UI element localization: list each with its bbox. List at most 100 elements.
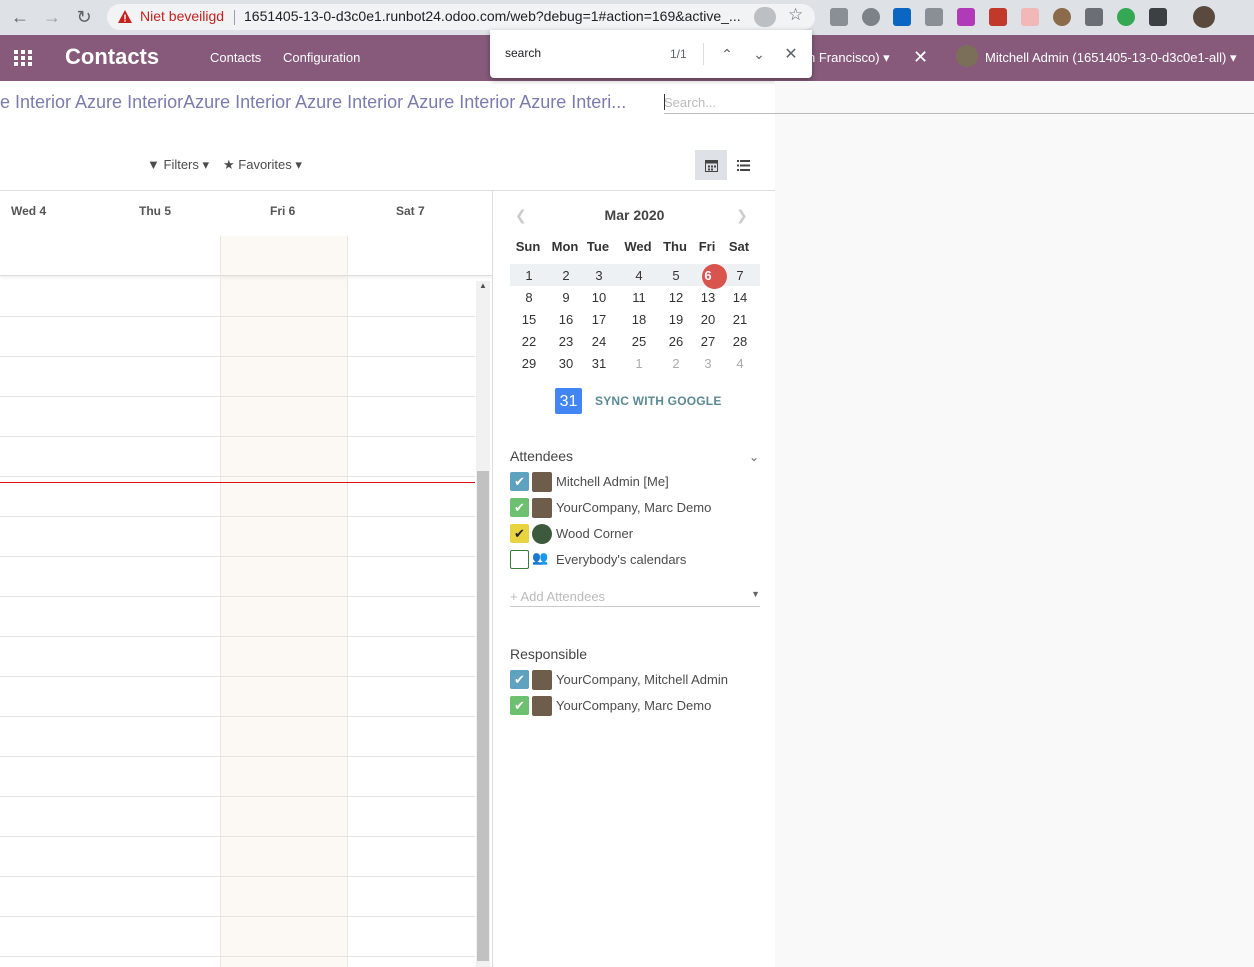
filter-label[interactable]: Everybody's calendars: [556, 552, 686, 567]
mini-calendar-day[interactable]: 30: [551, 356, 581, 371]
menu-configuration[interactable]: Configuration: [283, 50, 360, 65]
linkedin-icon[interactable]: [893, 8, 911, 26]
debug-close-icon[interactable]: ✕: [913, 47, 928, 68]
calendar-view-button[interactable]: [695, 150, 727, 180]
hour-line: [0, 716, 475, 717]
filter-checkbox[interactable]: [510, 550, 529, 569]
find-lens-icon[interactable]: [754, 7, 776, 27]
weekday-header: Wed: [624, 239, 652, 254]
mini-calendar-day[interactable]: 27: [693, 334, 723, 349]
filter-checkbox[interactable]: ✔: [510, 670, 529, 689]
mini-calendar-day[interactable]: 23: [551, 334, 581, 349]
drive-icon[interactable]: [925, 8, 943, 26]
user-avatar: [532, 696, 552, 716]
filter-checkbox[interactable]: ✔: [510, 524, 529, 543]
caret-down-icon: ▾: [202, 157, 210, 172]
mini-calendar-day[interactable]: 3: [584, 268, 614, 283]
mini-calendar-day[interactable]: 25: [624, 334, 654, 349]
user-avatar[interactable]: [956, 45, 978, 67]
mini-calendar-day[interactable]: 24: [584, 334, 614, 349]
security-label[interactable]: Niet beveiligd: [140, 8, 224, 24]
mini-calendar-day[interactable]: 22: [514, 334, 544, 349]
mini-calendar-day[interactable]: 6: [693, 268, 723, 283]
find-next-icon[interactable]: ⌄: [748, 43, 770, 65]
mini-calendar-day[interactable]: 17: [584, 312, 614, 327]
app-title[interactable]: Contacts: [65, 44, 159, 70]
find-previous-icon[interactable]: ⌃: [716, 43, 738, 65]
filter-label[interactable]: YourCompany, Marc Demo: [556, 698, 711, 713]
mini-calendar-day[interactable]: 2: [551, 268, 581, 283]
mini-calendar-day[interactable]: 1: [624, 356, 654, 371]
mini-calendar-day[interactable]: 7: [725, 268, 755, 283]
profile-avatar[interactable]: [1193, 6, 1215, 28]
mini-calendar-day[interactable]: 14: [725, 290, 755, 305]
extension-icon[interactable]: [1085, 8, 1103, 26]
menu-contacts[interactable]: Contacts: [210, 50, 261, 65]
mini-calendar-day[interactable]: 1: [514, 268, 544, 283]
google-calendar-icon[interactable]: 31: [555, 388, 582, 414]
scroll-up-icon[interactable]: ▲: [479, 281, 487, 290]
mini-calendar-day[interactable]: 18: [624, 312, 654, 327]
address-bar[interactable]: Niet beveiligd 1651405-13-0-d3c0e1.runbo…: [107, 4, 815, 30]
mini-calendar-day[interactable]: 12: [661, 290, 691, 305]
extension-icon[interactable]: [989, 8, 1007, 26]
forward-arrow-icon[interactable]: →: [40, 6, 64, 28]
extension-icon[interactable]: [1149, 8, 1167, 26]
mini-calendar-day[interactable]: 10: [584, 290, 614, 305]
favorites-button[interactable]: ★ Favorites ▾: [223, 157, 302, 173]
scrollbar[interactable]: ▲: [476, 281, 490, 967]
all-day-row[interactable]: [0, 236, 492, 276]
mini-calendar-day[interactable]: 13: [693, 290, 723, 305]
bookmark-star-icon[interactable]: ☆: [788, 5, 803, 25]
monkey-icon[interactable]: [1053, 8, 1071, 26]
filters-button[interactable]: ▼ Filters ▾: [147, 157, 209, 173]
mini-calendar-day[interactable]: 11: [624, 290, 654, 305]
user-menu[interactable]: Mitchell Admin (1651405-13-0-d3c0e1-all)…: [985, 50, 1237, 66]
mini-calendar-day[interactable]: 5: [661, 268, 691, 283]
breadcrumb[interactable]: e Interior Azure InteriorAzure Interior …: [0, 92, 640, 113]
sync-google-button[interactable]: SYNC WITH GOOGLE: [595, 394, 722, 408]
mini-calendar-day[interactable]: 8: [514, 290, 544, 305]
timezone-selector[interactable]: n Francisco) ▾: [808, 50, 890, 66]
apps-menu-icon[interactable]: [14, 50, 32, 66]
mini-calendar-day[interactable]: 2: [661, 356, 691, 371]
extension-icon[interactable]: [1117, 8, 1135, 26]
find-close-icon[interactable]: ✕: [780, 43, 802, 65]
mini-calendar-day[interactable]: 9: [551, 290, 581, 305]
filter-label[interactable]: Mitchell Admin [Me]: [556, 474, 669, 489]
filter-label[interactable]: Wood Corner: [556, 526, 633, 541]
filter-checkbox[interactable]: ✔: [510, 696, 529, 715]
url-text[interactable]: 1651405-13-0-d3c0e1.runbot24.odoo.com/we…: [244, 8, 744, 24]
chevron-down-icon[interactable]: ⌄: [749, 450, 759, 464]
mini-calendar-day[interactable]: 4: [624, 268, 654, 283]
warning-icon: [118, 10, 132, 23]
back-arrow-icon[interactable]: ←: [8, 6, 32, 28]
weekday-header: Tue: [586, 239, 610, 254]
mini-calendar-day[interactable]: 29: [514, 356, 544, 371]
extension-icon[interactable]: [830, 8, 848, 26]
mini-calendar-day[interactable]: 21: [725, 312, 755, 327]
mini-calendar-day[interactable]: 28: [725, 334, 755, 349]
scrollbar-thumb[interactable]: [477, 471, 489, 961]
mini-calendar-day[interactable]: 15: [514, 312, 544, 327]
mini-calendar-day[interactable]: 3: [693, 356, 723, 371]
mini-calendar-day[interactable]: 4: [725, 356, 755, 371]
add-attendees-input[interactable]: + Add Attendees ▼: [510, 589, 760, 607]
mini-calendar-day[interactable]: 19: [661, 312, 691, 327]
next-month-icon[interactable]: ❯: [736, 207, 748, 224]
filter-checkbox[interactable]: ✔: [510, 472, 529, 491]
find-input[interactable]: [505, 46, 655, 60]
list-view-button[interactable]: [727, 150, 759, 180]
reload-icon[interactable]: ↻: [72, 6, 96, 28]
mini-calendar-day[interactable]: 31: [584, 356, 614, 371]
extension-icon[interactable]: [957, 8, 975, 26]
search-input[interactable]: Search...: [664, 92, 1254, 114]
mini-calendar-day[interactable]: 16: [551, 312, 581, 327]
mini-calendar-day[interactable]: 20: [693, 312, 723, 327]
filter-label[interactable]: YourCompany, Mitchell Admin: [556, 672, 728, 687]
filter-label[interactable]: YourCompany, Marc Demo: [556, 500, 711, 515]
extension-icon[interactable]: [1021, 8, 1039, 26]
filter-checkbox[interactable]: ✔: [510, 498, 529, 517]
mini-calendar-day[interactable]: 26: [661, 334, 691, 349]
extension-icon[interactable]: [862, 8, 880, 26]
